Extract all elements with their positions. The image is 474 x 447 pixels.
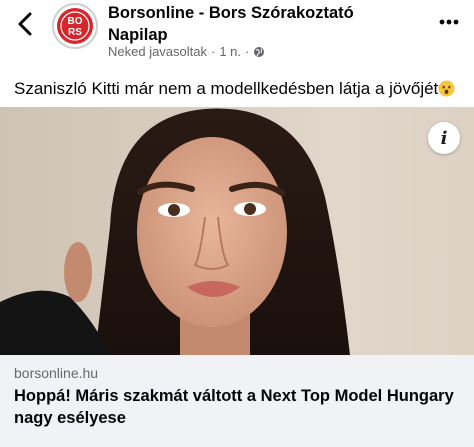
back-arrow-icon[interactable] [14,10,38,38]
globe-icon [254,46,265,57]
page-name[interactable]: Borsonline - Bors Szórakoztató Napilap [108,2,408,46]
meta-separator: · [211,44,216,59]
bors-logo-icon: BO RS [57,8,93,44]
post-meta: Neked javasoltak · 1 n. · [108,44,265,59]
link-domain: borsonline.hu [14,365,99,381]
post-header: BO RS Borsonline - Bors Szórakoztató Nap… [0,0,474,64]
post-time[interactable]: 1 n. [219,44,241,59]
post-text: Szaniszló Kitti már nem a modellkedésben… [14,77,474,101]
portrait-illustration [0,108,350,355]
left-iris [168,204,180,216]
hushed-face-emoji-icon [438,80,455,97]
info-icon[interactable]: i [428,122,460,154]
jacket-shape [0,290,110,355]
page-avatar[interactable]: BO RS [52,3,98,49]
logo-text-top: BO [68,16,83,27]
face-shape [137,137,287,327]
right-iris [244,203,256,215]
link-preview-card[interactable]: borsonline.hu Hoppá! Máris szakmát válto… [0,355,474,447]
more-options-icon[interactable] [438,18,460,26]
logo-text-bottom: RS [68,27,82,38]
link-headline[interactable]: Hoppá! Máris szakmát váltott a Next Top … [14,385,464,429]
suggested-label: Neked javasoltak [108,44,207,59]
post-caption: Szaniszló Kitti már nem a modellkedésben… [14,79,439,98]
hand-shape [64,242,92,302]
article-image[interactable] [0,107,474,355]
meta-separator: · [245,44,250,59]
